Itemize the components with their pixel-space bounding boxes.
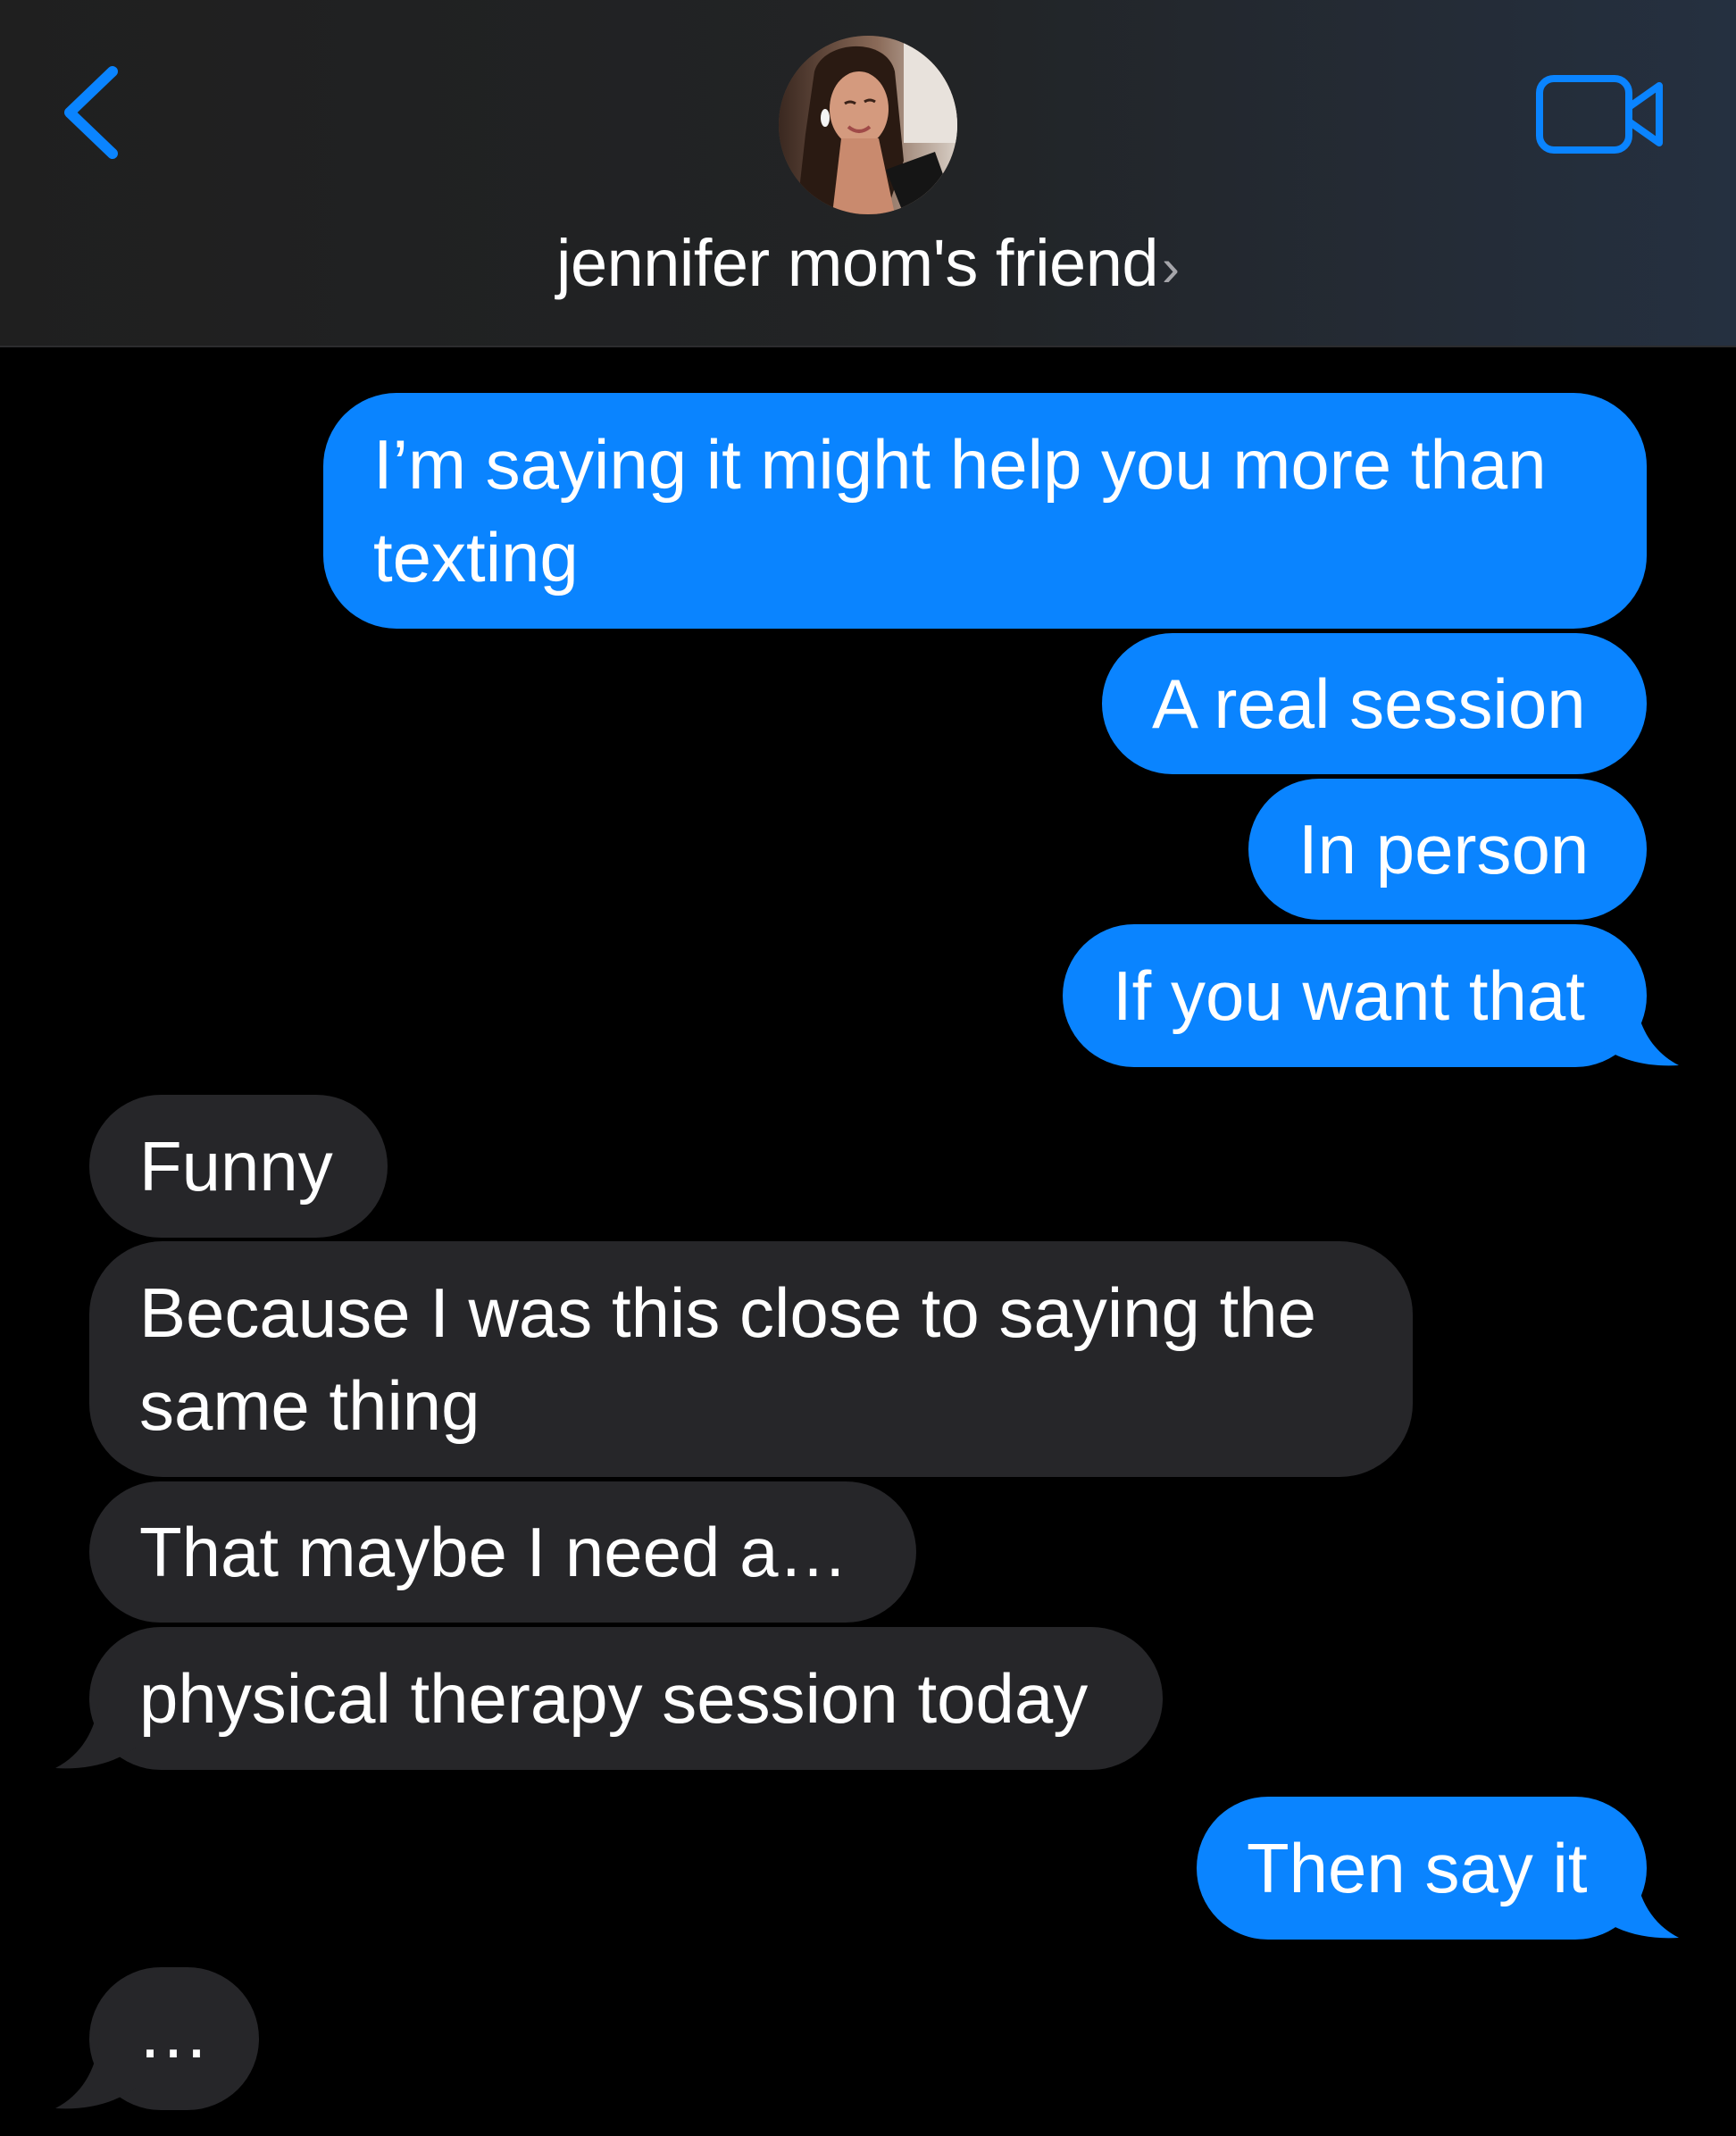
- message-bubble-outgoing[interactable]: Then say it: [1197, 1797, 1647, 1940]
- message-text: Then say it: [1247, 1829, 1588, 1907]
- message-bubble-outgoing[interactable]: I’m saying it might help you more than t…: [323, 393, 1647, 629]
- message-text: A real session: [1152, 664, 1586, 743]
- message-bubble-outgoing[interactable]: If you want that: [1063, 924, 1647, 1067]
- conversation-header: jennifer mom's friend›: [0, 0, 1736, 347]
- message-text: physical therapy session today: [139, 1659, 1089, 1738]
- bubble-tail: [1598, 982, 1679, 1066]
- bubble-tail: [55, 2025, 136, 2109]
- contact-name: jennifer mom's friend: [556, 226, 1159, 300]
- message-text: same thing: [139, 1366, 480, 1445]
- message-text: texting: [373, 518, 579, 597]
- message-bubble-incoming[interactable]: Funny: [89, 1095, 388, 1238]
- chevron-left-icon: [64, 66, 118, 159]
- chevron-right-icon: ›: [1162, 238, 1180, 297]
- bubble-tail: [55, 1685, 136, 1769]
- message-text: I’m saying it might help you more than: [373, 425, 1547, 504]
- contact-name-button[interactable]: jennifer mom's friend›: [0, 223, 1736, 308]
- message-bubble-outgoing[interactable]: In person: [1248, 779, 1647, 920]
- message-text: That maybe I need a…: [139, 1513, 848, 1591]
- message-text: Because I was this close to saying the: [139, 1273, 1317, 1352]
- message-bubble-incoming[interactable]: Because I was this close to saying the s…: [89, 1241, 1413, 1477]
- back-button[interactable]: [54, 54, 134, 170]
- message-bubble-incoming[interactable]: That maybe I need a…: [89, 1481, 916, 1623]
- contact-photo: [779, 36, 957, 214]
- avatar[interactable]: [779, 36, 957, 214]
- message-text: If you want that: [1113, 956, 1585, 1035]
- facetime-video-button[interactable]: [1534, 68, 1668, 166]
- message-bubble-outgoing[interactable]: A real session: [1102, 633, 1647, 774]
- message-text: In person: [1298, 810, 1590, 889]
- message-text: Funny: [139, 1127, 333, 1206]
- bubble-tail: [1598, 1855, 1679, 1939]
- video-camera-icon: [1536, 75, 1663, 154]
- message-bubble-incoming[interactable]: physical therapy session today: [89, 1627, 1163, 1770]
